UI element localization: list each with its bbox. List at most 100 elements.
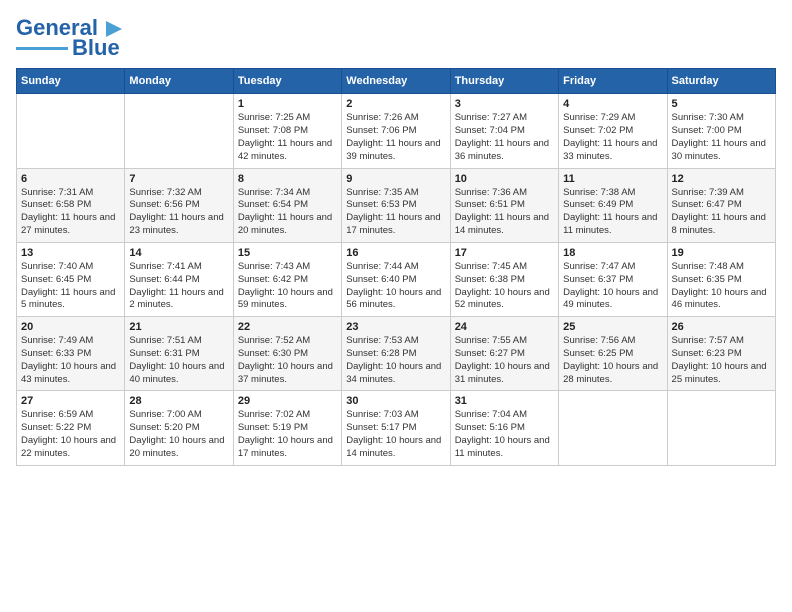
calendar-cell: 30 Sunrise: 7:03 AM Sunset: 5:17 PM Dayli… [342,391,450,465]
day-header-sunday: Sunday [17,69,125,94]
calendar-cell [667,391,775,465]
day-info: Sunrise: 7:51 AM Sunset: 6:31 PM Dayligh… [129,335,228,386]
calendar-cell: 12 Sunrise: 7:39 AM Sunset: 6:47 PM Dayli… [667,168,775,242]
day-number: 30 [346,395,445,407]
day-header-tuesday: Tuesday [233,69,341,94]
day-number: 21 [129,321,228,333]
calendar-cell [17,94,125,168]
calendar-cell: 31 Sunrise: 7:04 AM Sunset: 5:16 PM Dayli… [450,391,558,465]
calendar-cell: 9 Sunrise: 7:35 AM Sunset: 6:53 PM Daylig… [342,168,450,242]
day-info: Sunrise: 7:45 AM Sunset: 6:38 PM Dayligh… [455,261,554,312]
week-row-2: 6 Sunrise: 7:31 AM Sunset: 6:58 PM Daylig… [17,168,776,242]
day-number: 17 [455,247,554,259]
week-row-4: 20 Sunrise: 7:49 AM Sunset: 6:33 PM Dayli… [17,317,776,391]
day-number: 20 [21,321,120,333]
day-info: Sunrise: 7:03 AM Sunset: 5:17 PM Dayligh… [346,409,445,460]
day-info: Sunrise: 7:36 AM Sunset: 6:51 PM Dayligh… [455,187,554,238]
calendar-cell: 13 Sunrise: 7:40 AM Sunset: 6:45 PM Dayli… [17,242,125,316]
day-header-monday: Monday [125,69,233,94]
day-number: 19 [672,247,771,259]
week-row-5: 27 Sunrise: 6:59 AM Sunset: 5:22 PM Dayli… [17,391,776,465]
day-number: 9 [346,173,445,185]
week-row-3: 13 Sunrise: 7:40 AM Sunset: 6:45 PM Dayli… [17,242,776,316]
day-info: Sunrise: 7:34 AM Sunset: 6:54 PM Dayligh… [238,187,337,238]
day-number: 22 [238,321,337,333]
day-info: Sunrise: 7:48 AM Sunset: 6:35 PM Dayligh… [672,261,771,312]
calendar-cell: 14 Sunrise: 7:41 AM Sunset: 6:44 PM Dayli… [125,242,233,316]
calendar-cell: 4 Sunrise: 7:29 AM Sunset: 7:02 PM Daylig… [559,94,667,168]
day-info: Sunrise: 7:27 AM Sunset: 7:04 PM Dayligh… [455,112,554,163]
day-number: 8 [238,173,337,185]
day-info: Sunrise: 7:38 AM Sunset: 6:49 PM Dayligh… [563,187,662,238]
calendar-cell: 23 Sunrise: 7:53 AM Sunset: 6:28 PM Dayli… [342,317,450,391]
calendar-cell: 20 Sunrise: 7:49 AM Sunset: 6:33 PM Dayli… [17,317,125,391]
calendar-cell: 19 Sunrise: 7:48 AM Sunset: 6:35 PM Dayli… [667,242,775,316]
calendar-cell: 2 Sunrise: 7:26 AM Sunset: 7:06 PM Daylig… [342,94,450,168]
day-info: Sunrise: 7:00 AM Sunset: 5:20 PM Dayligh… [129,409,228,460]
day-info: Sunrise: 7:57 AM Sunset: 6:23 PM Dayligh… [672,335,771,386]
day-info: Sunrise: 7:49 AM Sunset: 6:33 PM Dayligh… [21,335,120,386]
day-number: 25 [563,321,662,333]
day-info: Sunrise: 7:53 AM Sunset: 6:28 PM Dayligh… [346,335,445,386]
calendar-cell: 15 Sunrise: 7:43 AM Sunset: 6:42 PM Dayli… [233,242,341,316]
day-info: Sunrise: 7:32 AM Sunset: 6:56 PM Dayligh… [129,187,228,238]
day-number: 4 [563,98,662,110]
calendar-cell: 1 Sunrise: 7:25 AM Sunset: 7:08 PM Daylig… [233,94,341,168]
day-number: 15 [238,247,337,259]
day-number: 23 [346,321,445,333]
day-info: Sunrise: 7:55 AM Sunset: 6:27 PM Dayligh… [455,335,554,386]
day-number: 3 [455,98,554,110]
day-number: 24 [455,321,554,333]
calendar-cell [125,94,233,168]
day-info: Sunrise: 7:39 AM Sunset: 6:47 PM Dayligh… [672,187,771,238]
day-info: Sunrise: 7:04 AM Sunset: 5:16 PM Dayligh… [455,409,554,460]
calendar-cell: 17 Sunrise: 7:45 AM Sunset: 6:38 PM Dayli… [450,242,558,316]
calendar-cell: 21 Sunrise: 7:51 AM Sunset: 6:31 PM Dayli… [125,317,233,391]
day-number: 11 [563,173,662,185]
day-number: 7 [129,173,228,185]
day-info: Sunrise: 7:43 AM Sunset: 6:42 PM Dayligh… [238,261,337,312]
calendar-cell: 5Sunrise: 7:30 AM Sunset: 7:00 PM Daylig… [667,94,775,168]
logo-text2: Blue [72,36,120,60]
day-number: 10 [455,173,554,185]
calendar-cell [559,391,667,465]
calendar-cell: 8 Sunrise: 7:34 AM Sunset: 6:54 PM Daylig… [233,168,341,242]
day-number: 18 [563,247,662,259]
day-number: 14 [129,247,228,259]
day-number: 16 [346,247,445,259]
day-number: 1 [238,98,337,110]
calendar-cell: 27 Sunrise: 6:59 AM Sunset: 5:22 PM Dayli… [17,391,125,465]
day-info: Sunrise: 7:02 AM Sunset: 5:19 PM Dayligh… [238,409,337,460]
calendar-cell: 22 Sunrise: 7:52 AM Sunset: 6:30 PM Dayli… [233,317,341,391]
day-header-wednesday: Wednesday [342,69,450,94]
day-number: 6 [21,173,120,185]
calendar-cell: 16 Sunrise: 7:44 AM Sunset: 6:40 PM Dayli… [342,242,450,316]
day-number: 2 [346,98,445,110]
day-number: 28 [129,395,228,407]
day-info: Sunrise: 7:40 AM Sunset: 6:45 PM Dayligh… [21,261,120,312]
calendar-cell: 24 Sunrise: 7:55 AM Sunset: 6:27 PM Dayli… [450,317,558,391]
calendar-cell: 29Sunrise: 7:02 AM Sunset: 5:19 PM Dayli… [233,391,341,465]
week-row-1: 1 Sunrise: 7:25 AM Sunset: 7:08 PM Daylig… [17,94,776,168]
day-info: Sunrise: 7:35 AM Sunset: 6:53 PM Dayligh… [346,187,445,238]
day-info: Sunrise: 7:31 AM Sunset: 6:58 PM Dayligh… [21,187,120,238]
calendar-cell: 11 Sunrise: 7:38 AM Sunset: 6:49 PM Dayli… [559,168,667,242]
logo: General Blue [16,16,122,60]
day-info: Sunrise: 7:26 AM Sunset: 7:06 PM Dayligh… [346,112,445,163]
day-info: Sunrise: 7:30 AM Sunset: 7:00 PM Dayligh… [672,112,771,163]
day-info: Sunrise: 7:52 AM Sunset: 6:30 PM Dayligh… [238,335,337,386]
day-info: Sunrise: 7:29 AM Sunset: 7:02 PM Dayligh… [563,112,662,163]
day-info: Sunrise: 7:56 AM Sunset: 6:25 PM Dayligh… [563,335,662,386]
day-header-thursday: Thursday [450,69,558,94]
day-info: Sunrise: 7:41 AM Sunset: 6:44 PM Dayligh… [129,261,228,312]
day-number: 12 [672,173,771,185]
day-info: Sunrise: 7:44 AM Sunset: 6:40 PM Dayligh… [346,261,445,312]
day-number: 31 [455,395,554,407]
day-header-friday: Friday [559,69,667,94]
calendar-cell: 28 Sunrise: 7:00 AM Sunset: 5:20 PM Dayli… [125,391,233,465]
day-number: 27 [21,395,120,407]
day-number: 13 [21,247,120,259]
calendar-cell: 25 Sunrise: 7:56 AM Sunset: 6:25 PM Dayli… [559,317,667,391]
day-info: Sunrise: 7:25 AM Sunset: 7:08 PM Dayligh… [238,112,337,163]
day-info: Sunrise: 6:59 AM Sunset: 5:22 PM Dayligh… [21,409,120,460]
